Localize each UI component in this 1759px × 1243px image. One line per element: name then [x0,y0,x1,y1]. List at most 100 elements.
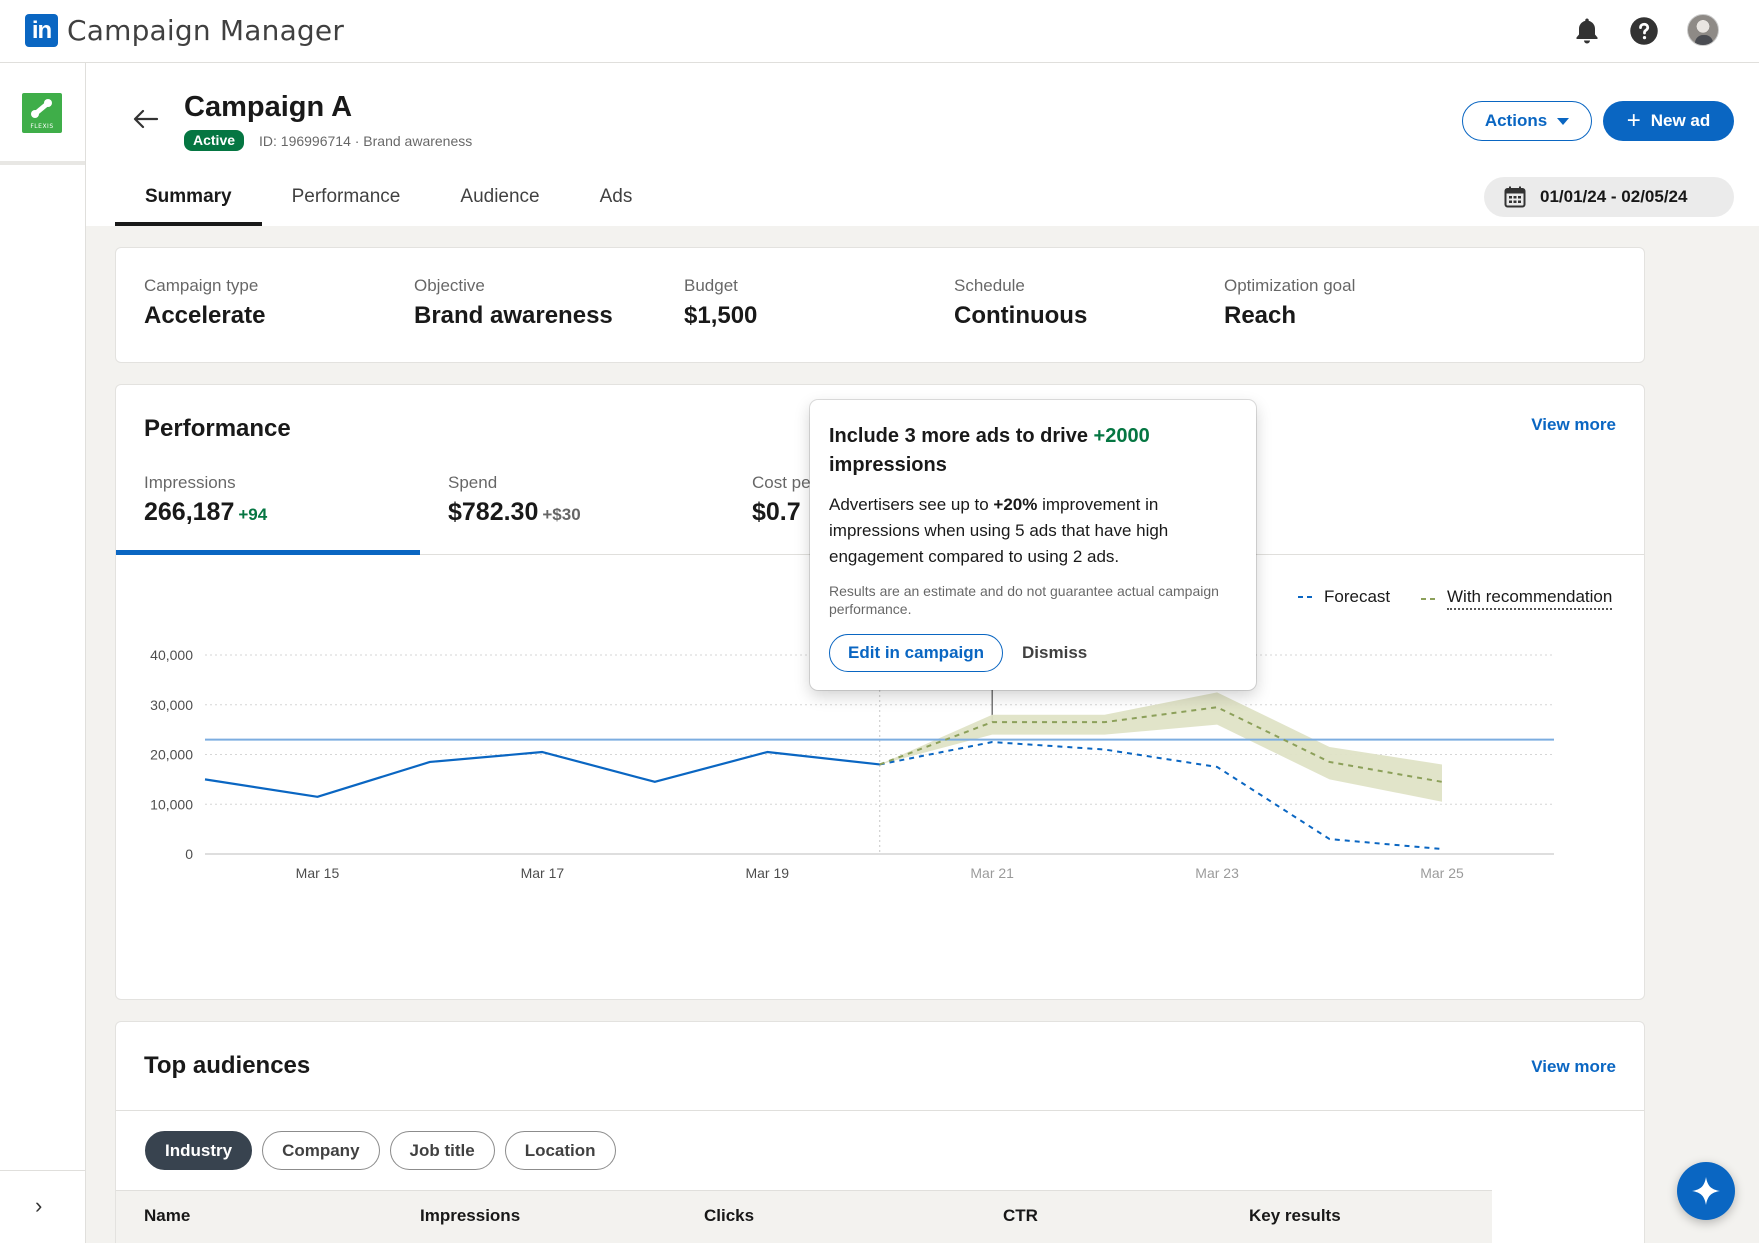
stat-label: Schedule [954,276,1025,295]
tab-bar: Summary Performance Audience Ads [115,175,662,226]
date-range-picker[interactable]: 01/01/24 - 02/05/24 [1484,177,1734,217]
expand-sidebar-chevron-icon[interactable]: › [35,1193,42,1219]
stat-budget: Budget $1,500 [684,276,757,330]
stat-schedule: Schedule Continuous [954,276,1087,330]
status-badge: Active [184,130,245,151]
plus-icon: + [1626,107,1641,134]
popover-actions: Edit in campaign Dismiss [829,634,1237,672]
account-logo-text: FLEXIS [30,123,54,130]
metric-label: Cost pe [752,473,811,492]
help-icon[interactable] [1629,16,1659,46]
y-tick-label: 0 [185,846,193,862]
metric-spend[interactable]: Spend $782.30 +$30 [448,473,581,527]
stat-label: Objective [414,276,485,295]
campaign-meta: ID: 196996714 · Brand awareness [259,133,473,149]
chip-company[interactable]: Company [262,1131,380,1170]
account-logo[interactable]: FLEXIS [22,93,62,133]
y-tick-label: 40,000 [150,647,193,663]
new-ad-label: New ad [1650,111,1711,130]
audience-filter-chips: Industry Company Job title Location [145,1131,616,1170]
date-range-value: 01/01/24 - 02/05/24 [1540,187,1688,206]
popover-body: Advertisers see up to +20% improvement i… [829,492,1237,570]
x-tick-label: Mar 15 [296,865,340,881]
top-audiences-card: Top audiences View more Industry Company… [115,1021,1645,1243]
tab-ads[interactable]: Ads [570,175,663,226]
chip-industry[interactable]: Industry [145,1131,253,1170]
back-arrow-icon[interactable] [130,103,162,135]
actions-dropdown-button[interactable]: Actions [1462,101,1592,141]
rail-bottom-divider [0,1170,85,1171]
metric-label: Spend [448,473,498,492]
rail-divider [0,161,85,165]
y-tick-label: 30,000 [150,697,193,713]
recommendation-popover: Include 3 more ads to drive +2000 impres… [810,400,1256,690]
audiences-divider [116,1110,1644,1111]
performance-title: Performance [144,415,291,442]
popover-title-highlight: +2000 [1093,425,1150,447]
popover-title-suffix: impressions [829,454,947,476]
tab-audience[interactable]: Audience [430,175,569,226]
stat-value: $1,500 [684,302,758,329]
tab-summary[interactable]: Summary [115,175,262,226]
top-navigation-bar: in Campaign Manager [0,0,1759,63]
metric-value: $0.7 [752,498,801,526]
page-title: Campaign A [184,91,353,123]
stat-value: Reach [1224,302,1297,329]
ai-assistant-button[interactable] [1677,1162,1735,1220]
popover-body-prefix: Advertisers see up to [829,495,994,514]
user-avatar[interactable] [1687,14,1719,46]
notifications-bell-icon[interactable] [1572,16,1602,46]
metric-delta: +94 [238,505,268,524]
column-header-impressions[interactable]: Impressions [420,1206,520,1226]
x-tick-label: Mar 19 [745,865,789,881]
x-tick-label: Mar 21 [970,865,1014,881]
x-tick-label: Mar 25 [1420,865,1464,881]
new-ad-button[interactable]: + New ad [1603,101,1734,141]
dismiss-button[interactable]: Dismiss [1022,643,1087,663]
metric-impressions[interactable]: Impressions 266,187 +94 [144,473,267,527]
actual-impressions-line [204,750,880,798]
campaign-info-card: Campaign type Accelerate Objective Brand… [115,247,1645,363]
metric-value-row: 266,187 +94 [144,498,267,527]
popover-title-prefix: Include 3 more ads to drive [829,425,1094,447]
popover-title: Include 3 more ads to drive +2000 impres… [829,422,1237,480]
metric-delta: +$30 [542,505,581,524]
column-header-ctr[interactable]: CTR [1003,1206,1038,1226]
campaign-header: Campaign A Active ID: 196996714 · Brand … [86,63,1759,226]
metric-cost-per[interactable]: Cost pe $0.7 [752,473,811,527]
stat-value: Brand awareness [414,302,613,329]
y-tick-label: 20,000 [150,747,193,763]
popover-body-bold: +20% [993,495,1038,514]
audiences-table-header: Name Impressions Clicks CTR Key results [116,1190,1492,1243]
column-header-name[interactable]: Name [144,1206,190,1226]
x-tick-label: Mar 23 [1195,865,1239,881]
edit-in-campaign-button[interactable]: Edit in campaign [829,634,1004,672]
recommendation-confidence-band [879,692,1442,802]
metric-value: $782.30 [448,498,539,526]
stat-label: Campaign type [144,276,259,295]
y-tick-label: 10,000 [150,796,193,812]
sparkle-icon [1692,1177,1720,1205]
stat-objective: Objective Brand awareness [414,276,613,330]
left-rail: FLEXIS › [0,63,86,1243]
performance-view-more-link[interactable]: View more [1531,415,1616,435]
column-header-clicks[interactable]: Clicks [704,1206,754,1226]
tab-performance[interactable]: Performance [262,175,431,226]
caret-down-icon [1557,117,1570,125]
chip-job-title[interactable]: Job title [389,1131,495,1170]
metric-value-row: $0.7 [752,498,811,527]
stat-value: Continuous [954,302,1088,329]
metric-value-row: $782.30 +$30 [448,498,581,527]
app-name[interactable]: Campaign Manager [67,14,344,47]
linkedin-logo[interactable]: in [25,14,58,47]
audiences-view-more-link[interactable]: View more [1531,1057,1616,1077]
column-header-key-results[interactable]: Key results [1249,1206,1341,1226]
calendar-icon [1504,186,1526,208]
top-audiences-title: Top audiences [144,1052,311,1079]
stat-optimization-goal: Optimization goal Reach [1224,276,1355,330]
chip-location[interactable]: Location [504,1131,616,1170]
flexis-logo-mark-icon [31,99,52,118]
stat-label: Optimization goal [1224,276,1356,295]
popover-disclaimer: Results are an estimate and do not guara… [829,583,1219,617]
metric-value: 266,187 [144,498,235,526]
